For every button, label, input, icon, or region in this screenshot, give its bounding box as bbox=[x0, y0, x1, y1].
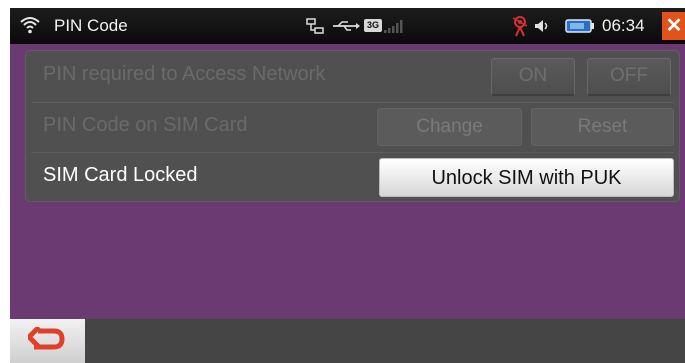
pin-code-label: PIN Code on SIM Card bbox=[43, 114, 248, 136]
network-badge: 3G bbox=[364, 19, 382, 32]
network-icon bbox=[306, 18, 324, 34]
speaker-icon bbox=[535, 20, 548, 32]
usb-icon bbox=[333, 21, 360, 31]
bottom-bar bbox=[10, 319, 685, 363]
row-divider bbox=[31, 152, 674, 153]
page-title: PIN Code bbox=[54, 16, 128, 35]
back-arrow-icon bbox=[28, 327, 65, 350]
battery-icon bbox=[565, 19, 594, 33]
gps-icon bbox=[512, 16, 528, 37]
row-divider bbox=[31, 102, 674, 103]
change-pin-button[interactable]: Change bbox=[377, 108, 522, 146]
unlock-sim-puk-button[interactable]: Unlock SIM with PUK bbox=[379, 158, 674, 197]
close-icon: ✕ bbox=[665, 15, 683, 37]
sim-locked-label: SIM Card Locked bbox=[43, 164, 198, 186]
close-button[interactable]: ✕ bbox=[662, 12, 685, 40]
screen: PIN Code 3G 06:34 ✕ PIN required to Acce… bbox=[10, 8, 685, 363]
pin-required-label: PIN required to Access Network bbox=[43, 63, 326, 85]
pin-settings-panel: PIN required to Access Network ON OFF PI… bbox=[25, 50, 680, 202]
back-button[interactable] bbox=[10, 319, 85, 363]
clock-time: 06:34 bbox=[602, 16, 645, 35]
wifi-icon bbox=[20, 17, 40, 34]
status-bar: PIN Code 3G 06:34 ✕ bbox=[10, 8, 685, 44]
reset-pin-button[interactable]: Reset bbox=[531, 108, 674, 146]
pin-on-button[interactable]: ON bbox=[491, 58, 575, 96]
signal-icon bbox=[384, 20, 403, 33]
pin-off-button[interactable]: OFF bbox=[587, 58, 671, 96]
